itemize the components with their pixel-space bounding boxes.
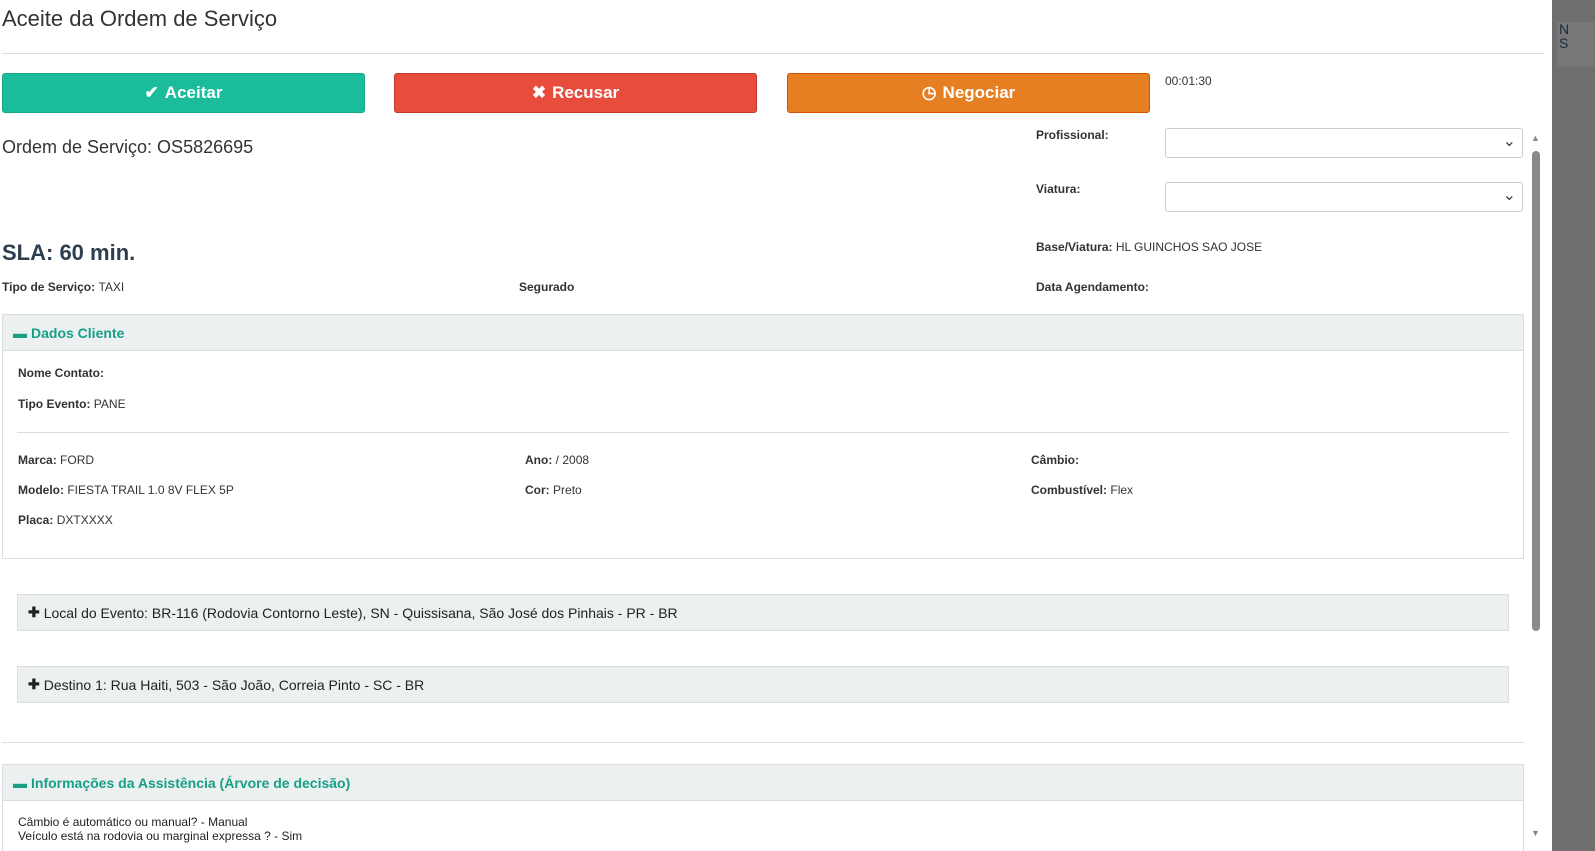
destino-text: Destino 1: Rua Haiti, 503 - São João, Co… (43, 676, 425, 693)
value: / 2008 (555, 453, 590, 467)
divider (2, 742, 1524, 743)
label: Combustível: (1031, 483, 1108, 497)
label: Marca: (18, 453, 57, 467)
minus-icon: ▬ (13, 324, 27, 341)
label: Base/Viatura: (1036, 240, 1113, 254)
order-number: Ordem de Serviço: OS5826695 (2, 137, 254, 157)
negotiate-button[interactable]: ◷ Negociar (787, 73, 1150, 113)
label: Cor: (525, 483, 550, 497)
value: FIESTA TRAIL 1.0 8V FLEX 5P (67, 483, 234, 497)
value: HL GUINCHOS SAO JOSE (1115, 240, 1263, 254)
plus-icon: ✚ (28, 676, 40, 692)
nome-contato: Nome Contato: (18, 366, 104, 380)
panel-title: Informações da Assistência (Árvore de de… (31, 774, 351, 791)
divider (2, 53, 1544, 54)
segurado-label: Segurado (519, 280, 575, 294)
local-evento-panel[interactable]: ✚ Local do Evento: BR-116 (Rodovia Contor… (17, 594, 1509, 631)
combustivel: Combustível: Flex (1031, 483, 1133, 497)
accept-order-modal: Aceite da Ordem de Serviço ✔ Aceitar ✖ Rec… (0, 0, 1552, 851)
profissional-label: Profissional: (1036, 128, 1109, 142)
close-icon: ✖ (531, 83, 547, 102)
accept-button[interactable]: ✔ Aceitar (2, 73, 365, 113)
local-evento-text: Local do Evento: BR-116 (Rodovia Contorn… (43, 604, 678, 621)
clock-icon: ◷ (921, 83, 937, 102)
profissional-select[interactable] (1165, 128, 1523, 158)
value: PANE (93, 397, 126, 411)
placa: Placa: DXTXXXX (18, 513, 113, 527)
label: Modelo: (18, 483, 64, 497)
minus-icon: ▬ (13, 774, 27, 791)
value: Flex (1110, 483, 1134, 497)
modal-title: Aceite da Ordem de Serviço (2, 6, 278, 31)
negotiate-label: Negociar (942, 83, 1016, 102)
modelo: Modelo: FIESTA TRAIL 1.0 8V FLEX 5P (18, 483, 234, 497)
plus-icon: ✚ (28, 604, 40, 620)
divider (17, 432, 1509, 433)
viatura-label: Viatura: (1036, 182, 1081, 196)
data-agendamento-label: Data Agendamento: (1036, 280, 1149, 294)
value: TAXI (98, 280, 125, 294)
label: Placa: (18, 513, 54, 527)
value: Preto (553, 483, 582, 497)
panel-title: Dados Cliente (31, 324, 125, 341)
marca: Marca: FORD (18, 453, 94, 467)
tipo-evento: Tipo Evento: PANE (18, 397, 126, 411)
bg-text: S (1559, 35, 1569, 51)
refuse-label: Recusar (552, 83, 620, 102)
destino-panel[interactable]: ✚ Destino 1: Rua Haiti, 503 - São João, C… (17, 666, 1509, 703)
background-page-text: NS (1557, 22, 1595, 67)
timer: 00:01:30 (1165, 74, 1212, 88)
label: Tipo de Serviço: (2, 280, 96, 294)
scrollbar[interactable]: ▲ ▼ (1529, 133, 1543, 838)
label: Tipo Evento: (18, 397, 91, 411)
bg-text: N (1559, 21, 1570, 37)
tree-line: Câmbio é automático ou manual? - Manual (18, 815, 248, 829)
scroll-up-icon[interactable]: ▲ (1531, 133, 1540, 143)
value: FORD (60, 453, 95, 467)
assistencia-header[interactable]: ▬ Informações da Assistência (Árvore de d… (3, 765, 1523, 801)
refuse-button[interactable]: ✖ Recusar (394, 73, 757, 113)
dados-cliente-panel: ▬ Dados Cliente Nome Contato: Tipo Evento… (2, 314, 1524, 559)
scroll-down-icon[interactable]: ▼ (1531, 828, 1540, 838)
check-icon: ✔ (144, 83, 159, 102)
tree-line: Veículo está na rodovia ou marginal expr… (18, 829, 303, 843)
base-viatura: Base/Viatura: HL GUINCHOS SAO JOSE (1036, 240, 1262, 254)
cambio: Câmbio: (1031, 453, 1079, 467)
value: DXTXXXX (56, 513, 113, 527)
ano: Ano: / 2008 (525, 453, 589, 467)
cor: Cor: Preto (525, 483, 582, 497)
label: Ano: (525, 453, 553, 467)
dados-cliente-header[interactable]: ▬ Dados Cliente (3, 315, 1523, 351)
viatura-select[interactable] (1165, 182, 1523, 212)
sla: SLA: 60 min. (2, 240, 136, 265)
decision-tree: Câmbio é automático ou manual? - Manual … (18, 815, 302, 843)
scrollbar-thumb[interactable] (1532, 151, 1540, 631)
tipo-servico: Tipo de Serviço: TAXI (2, 280, 124, 294)
accept-label: Aceitar (164, 83, 223, 102)
